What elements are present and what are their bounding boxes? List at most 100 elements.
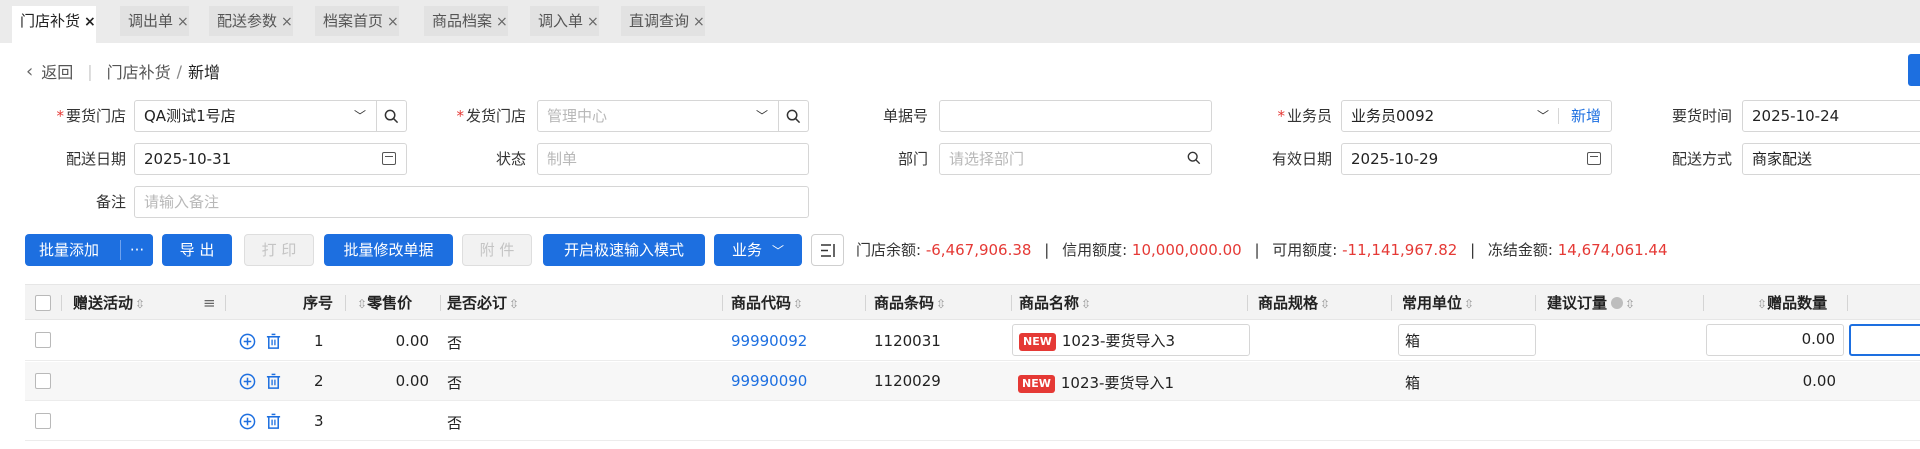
tab-label: 调入单 [538, 12, 584, 30]
divider [1391, 295, 1392, 311]
header-label: 赠送活动 [73, 294, 134, 312]
column-settings-icon [821, 244, 835, 257]
fast-input-mode-button[interactable]: 开启极速输入模式 [543, 234, 705, 266]
tab-store-replenish[interactable]: 门店补货 × [12, 6, 96, 43]
request-time-field[interactable]: 2025-10-24 [1742, 100, 1920, 132]
table-row[interactable]: 3 否 [25, 402, 1920, 441]
tab-archive-home[interactable]: 档案首页 × [315, 6, 399, 36]
help-icon[interactable] [1611, 297, 1624, 309]
delivery-date-field[interactable]: 2025-10-31 [134, 143, 407, 175]
add-row-icon[interactable] [239, 413, 256, 430]
tab-label: 直调查询 [629, 12, 690, 30]
row-checkbox[interactable] [35, 413, 51, 429]
ship-store-search-button[interactable] [779, 100, 809, 132]
close-icon[interactable]: × [177, 7, 189, 37]
attachment-button[interactable]: 附 件 [462, 234, 532, 266]
active-cell-input[interactable] [1849, 324, 1920, 356]
close-icon[interactable]: × [693, 7, 705, 37]
add-salesman-link[interactable]: 新增 [1571, 101, 1601, 131]
batch-add-more-button[interactable]: ··· [121, 234, 153, 266]
item-code-link[interactable]: 99990092 [731, 332, 807, 350]
back-link[interactable]: 返回 [41, 59, 73, 83]
column-menu-icon[interactable]: ≡ [203, 285, 216, 321]
table-row[interactable]: 2 0.00 否 99990090 1120029 NEW 1023-要货导入1 … [25, 362, 1920, 401]
header-label: 是否必订 [447, 294, 508, 312]
table-row[interactable]: 1 0.00 否 99990092 1120031 NEW 1023-要货导入3 … [25, 321, 1920, 361]
request-store-select[interactable]: QA测试1号店 ﹀ [134, 100, 377, 132]
chevron-left-icon[interactable]: ‹ [26, 61, 33, 82]
breadcrumb-current: 新增 [188, 63, 221, 82]
request-store-label: * 要货门店 [40, 100, 126, 132]
dept-select[interactable]: 请选择部门 [939, 143, 1212, 175]
tab-delivery-params[interactable]: 配送参数 × [209, 6, 293, 36]
export-button[interactable]: 导 出 [162, 234, 232, 266]
col-unit[interactable]: 常用单位 ⇳ [1402, 285, 1474, 321]
business-label: 业务 [731, 241, 762, 259]
item-name-text: 1023-要货导入3 [1061, 332, 1175, 350]
close-icon[interactable]: × [587, 7, 599, 37]
col-required[interactable]: 是否必订 ⇳ [447, 285, 519, 321]
item-code-link[interactable]: 99990090 [731, 372, 807, 390]
batch-edit-button[interactable]: 批量修改单据 [324, 234, 453, 266]
tab-transfer-in[interactable]: 调入单 × [530, 6, 599, 36]
col-item-name[interactable]: 商品名称 ⇳ [1019, 285, 1091, 321]
delivery-method-select[interactable]: 商家配送 [1742, 143, 1920, 175]
col-item-code[interactable]: 商品代码 ⇳ [731, 285, 803, 321]
breadcrumb-separator: / [176, 61, 183, 81]
col-suggest-qty[interactable]: 建议订量 ⇳ [1547, 285, 1635, 321]
add-row-icon[interactable] [239, 373, 256, 390]
row-checkbox[interactable] [35, 373, 51, 389]
tab-label: 调出单 [128, 12, 174, 30]
chevron-down-icon: ﹀ [772, 244, 785, 258]
unit-cell: 箱 [1405, 332, 1421, 350]
remark-field[interactable]: 请输入备注 [134, 186, 809, 218]
calendar-icon [382, 152, 396, 165]
save-button[interactable] [1908, 54, 1920, 86]
item-name-cell: NEW 1023-要货导入3 [1019, 330, 1175, 351]
sort-icon: ⇳ [135, 297, 146, 311]
col-gift-qty[interactable]: ⇳赠品数量 [1755, 285, 1827, 321]
unit-select[interactable]: 箱 [1398, 324, 1536, 356]
col-spec[interactable]: 商品规格 ⇳ [1258, 285, 1330, 321]
divider [1535, 295, 1536, 311]
gift-qty-input[interactable]: 0.00 [1706, 324, 1844, 356]
delete-row-icon[interactable] [265, 333, 282, 350]
close-icon[interactable]: × [281, 7, 293, 37]
column-settings-button[interactable] [811, 234, 844, 266]
divider [1847, 295, 1848, 311]
tab-bar: 门店补货 × 调出单 × 配送参数 × 档案首页 × 商品档案 × 调入单 × 直调查询 × [0, 0, 1920, 43]
valid-date-field[interactable]: 2025-10-29 [1341, 143, 1612, 175]
tab-transfer-out[interactable]: 调出单 × [120, 6, 189, 36]
close-icon[interactable]: × [496, 7, 508, 37]
col-barcode[interactable]: 商品条码 ⇳ [874, 285, 946, 321]
tab-item-archive[interactable]: 商品档案 × [424, 6, 508, 36]
doc-no-field[interactable] [939, 100, 1212, 132]
available-value: -11,141,967.82 [1342, 241, 1458, 259]
print-button[interactable]: 打 印 [244, 234, 314, 266]
business-dropdown-button[interactable]: 业务 ﹀ [714, 234, 802, 266]
delete-row-icon[interactable] [265, 413, 282, 430]
breadcrumb-parent[interactable]: 门店补货 [107, 59, 171, 83]
divider: | [1044, 241, 1050, 259]
col-gift-activity[interactable]: 赠送活动 ⇳ [73, 285, 145, 321]
ship-store-label: * 发货门店 [440, 100, 526, 132]
breadcrumb: ‹ 返回 | 门店补货 / 新增 [26, 59, 221, 83]
close-icon[interactable]: × [387, 7, 399, 37]
divider [1011, 295, 1012, 311]
header-label: 建议订量 [1547, 294, 1608, 312]
sort-icon: ⇳ [1320, 297, 1331, 311]
ship-store-select[interactable]: 管理中心 ﹀ [537, 100, 779, 132]
tab-direct-query[interactable]: 直调查询 × [621, 6, 705, 36]
row-checkbox[interactable] [35, 332, 51, 348]
salesman-select[interactable]: 业务员0092 ﹀ 新增 [1341, 100, 1612, 132]
unit-cell: 箱 [1405, 374, 1421, 392]
request-store-search-button[interactable] [377, 100, 407, 132]
item-name-input[interactable]: NEW 1023-要货导入3 [1012, 324, 1250, 356]
close-icon[interactable]: × [84, 7, 96, 37]
col-retail-price[interactable]: ⇳零售价 [355, 285, 412, 321]
divider [1558, 108, 1559, 124]
remark-label: 备注 [95, 193, 126, 211]
delete-row-icon[interactable] [265, 373, 282, 390]
select-all-checkbox[interactable] [35, 295, 51, 311]
add-row-icon[interactable] [239, 333, 256, 350]
